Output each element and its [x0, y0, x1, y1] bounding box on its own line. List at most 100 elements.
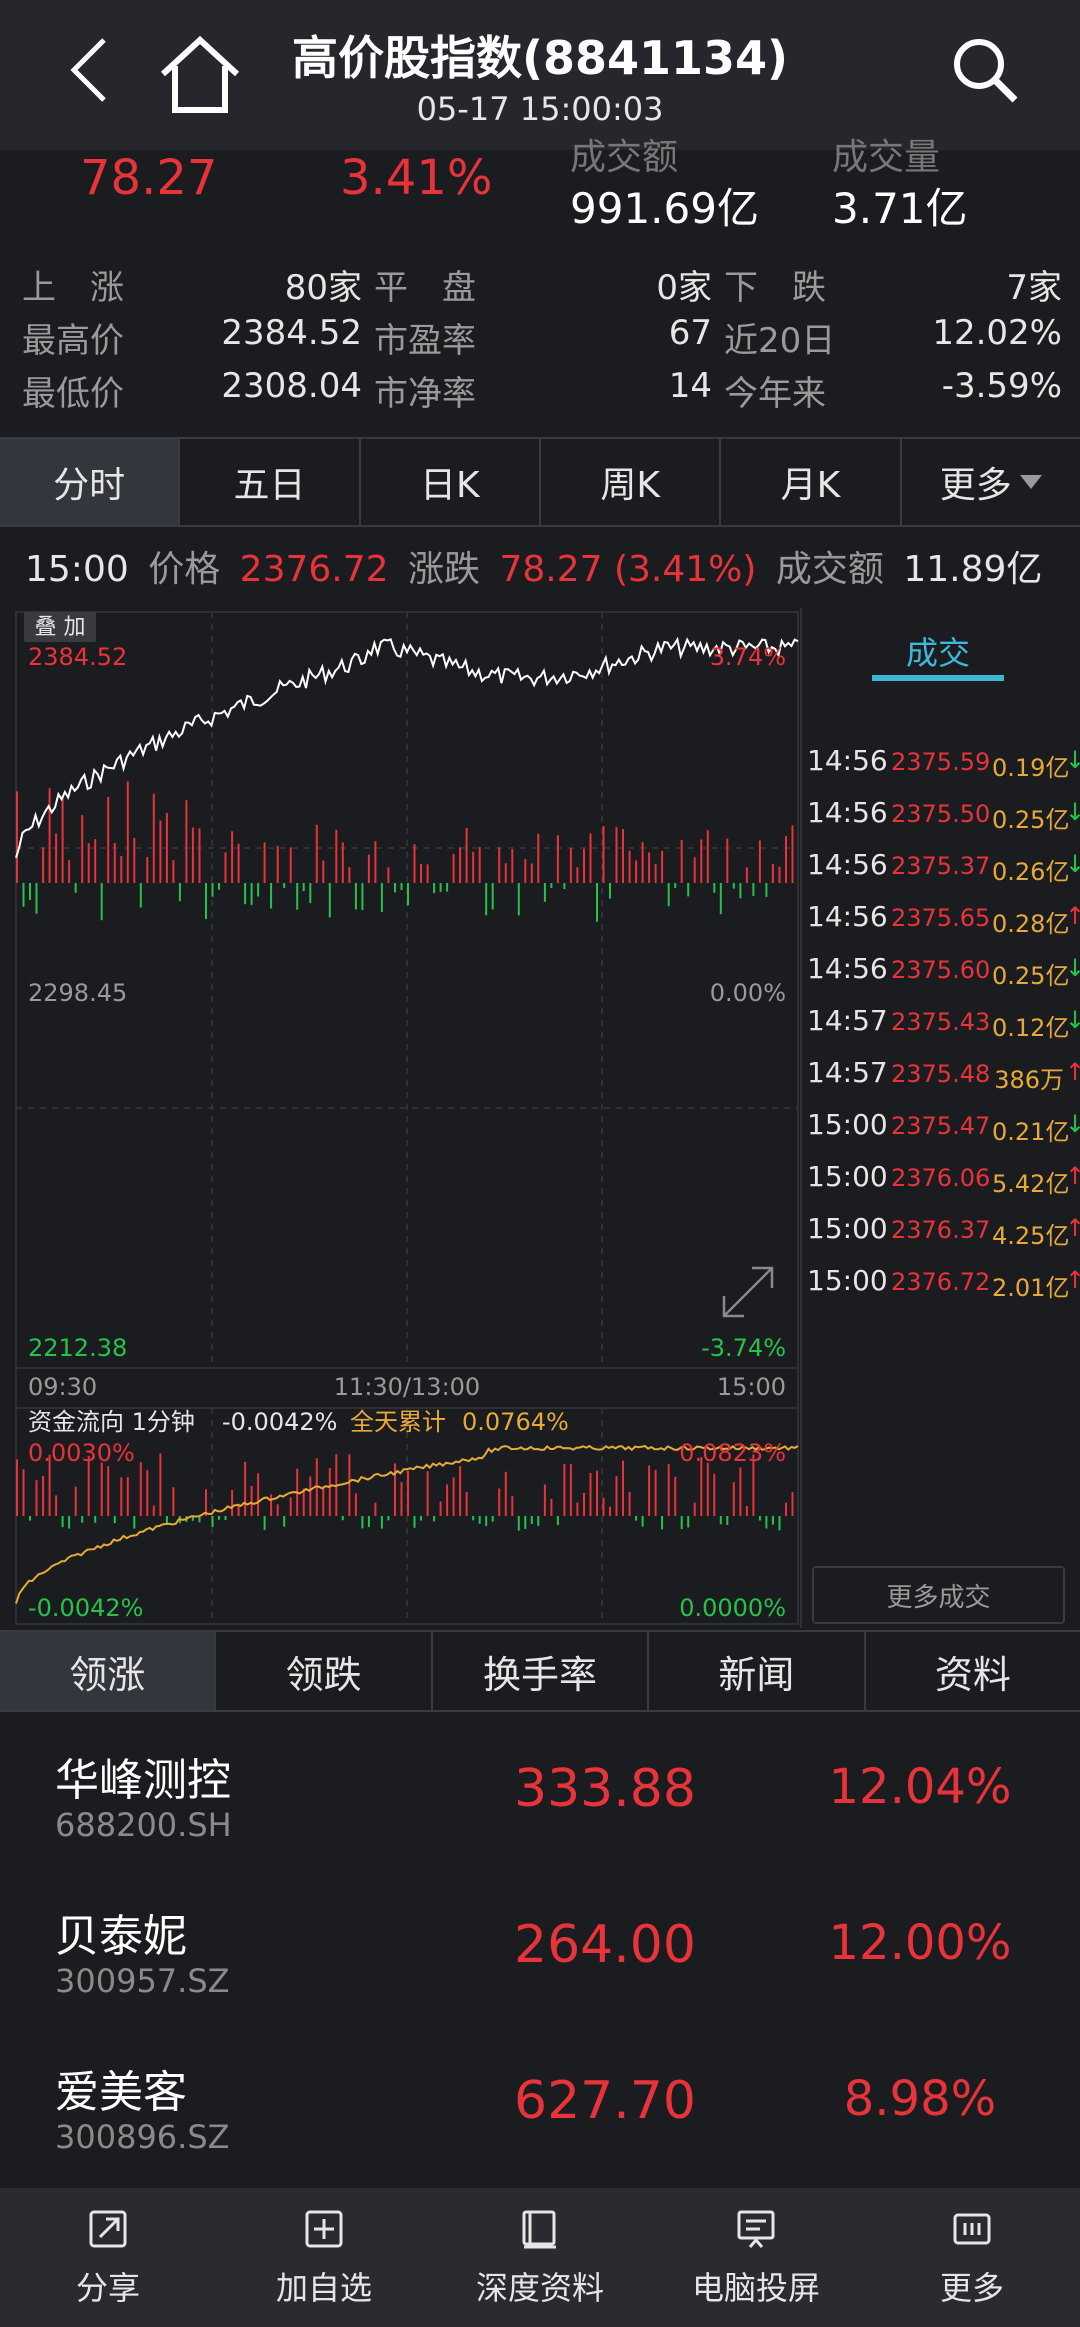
tab-daily-k[interactable]: 日K: [361, 439, 541, 525]
trade-time: 15:00: [807, 1160, 888, 1193]
volume-bar: [719, 883, 722, 915]
tab-weekly-k[interactable]: 周K: [541, 439, 722, 525]
arrow-up-icon: ↑: [1065, 1058, 1080, 1086]
flow-bar: [276, 1504, 279, 1516]
volume-bar: [302, 883, 305, 892]
trade-row: 14:56 2375.59 0.19亿 ↓: [807, 744, 1080, 784]
trade-row: 14:57 2375.48 386万 ↑: [807, 1056, 1080, 1096]
flow-bar: [283, 1516, 286, 1527]
flow-bar: [55, 1495, 58, 1516]
flow-bar: [472, 1516, 475, 1521]
page-title: 高价股指数(8841134): [291, 31, 789, 85]
tab-trades[interactable]: 成交: [872, 628, 1004, 674]
flow-bar: [413, 1516, 416, 1528]
x-end-label: 15:00: [717, 1373, 786, 1401]
volume-bar: [563, 883, 566, 889]
volume-bar: [785, 836, 787, 883]
flow-bar: [654, 1470, 657, 1516]
volume-bar: [322, 860, 325, 883]
flow-bar: [152, 1505, 155, 1516]
flow-bar: [485, 1516, 488, 1527]
flow-bar: [263, 1516, 266, 1530]
volume-bar: [413, 844, 416, 883]
stat-label: 下 跌: [724, 268, 826, 308]
tab-more[interactable]: 更多: [902, 439, 1080, 525]
y-low-pct-label: -3.74%: [701, 1334, 786, 1362]
more-button[interactable]: 更多: [864, 2188, 1080, 2327]
volume-bar: [367, 854, 370, 883]
flow-bar: [791, 1492, 794, 1516]
flow-bar: [420, 1516, 422, 1521]
volume-bar: [439, 883, 442, 892]
add-watchlist-button[interactable]: 加自选: [216, 2188, 432, 2327]
search-button[interactable]: [945, 30, 1025, 110]
volume-bar: [276, 845, 279, 883]
tab-top-gainers[interactable]: 领涨: [0, 1632, 217, 1710]
flow-bar: [387, 1516, 390, 1521]
stat-value: 2308.04: [221, 366, 362, 406]
flow-bar: [732, 1482, 735, 1516]
deep-info-button[interactable]: 深度资料: [432, 2188, 648, 2327]
volume-bar: [224, 852, 227, 883]
flow-bar: [159, 1453, 162, 1516]
tab-profile[interactable]: 资料: [866, 1632, 1080, 1710]
stock-row[interactable]: 爱美客 300896.SZ 627.70 8.98%: [0, 2026, 1080, 2182]
flow-bar: [778, 1516, 781, 1531]
tab-five-day[interactable]: 五日: [180, 439, 361, 525]
flow-bar: [16, 1459, 18, 1516]
trade-time: 15:00: [807, 1264, 888, 1297]
volume-bar: [81, 815, 84, 883]
more-trades-button[interactable]: 更多成交: [812, 1566, 1065, 1624]
stock-row[interactable]: 华峰测控 688200.SH 333.88 12.04%: [0, 1714, 1080, 1870]
info-price-label: 价格: [148, 549, 221, 590]
volume-bar: [257, 883, 260, 897]
flow-bar: [126, 1477, 129, 1516]
flow-bar: [218, 1516, 220, 1520]
flow-bar: [550, 1498, 553, 1516]
tab-intraday[interactable]: 分时: [0, 439, 181, 525]
intraday-chart[interactable]: 叠 加 2384.52 3.74% 2298.45 0.00% 2212.38 …: [0, 608, 800, 1628]
tab-turnover[interactable]: 换手率: [433, 1632, 650, 1710]
volume-bar: [296, 883, 299, 910]
trade-volume: 0.25亿: [992, 806, 1070, 834]
stat-label: 近20日: [724, 321, 836, 361]
cast-button[interactable]: 电脑投屏: [648, 2188, 864, 2327]
stock-name: 贝泰妮: [55, 1911, 187, 1962]
share-icon: [89, 2210, 127, 2247]
trade-volume: 4.25亿: [992, 1222, 1070, 1250]
volume-bar: [315, 824, 318, 883]
volume-bar: [94, 839, 97, 883]
flow-bar: [569, 1464, 572, 1516]
volume-bar: [100, 883, 103, 921]
stat-label: 最低价: [22, 374, 124, 414]
tab-top-losers[interactable]: 领跌: [216, 1632, 433, 1710]
volume-bar: [309, 883, 312, 904]
expand-icon[interactable]: [722, 1266, 774, 1318]
share-button[interactable]: 分享: [0, 2188, 216, 2327]
flow-bar: [687, 1516, 690, 1528]
volume-bar: [635, 860, 638, 883]
flow-bar: [745, 1506, 748, 1516]
flow-bar: [426, 1471, 429, 1516]
price-info-line: 15:00 价格 2376.72 涨跌 78.27 (3.41%) 成交额 11…: [25, 540, 1050, 592]
flow-bar: [556, 1516, 559, 1526]
x-start-label: 09:30: [28, 1373, 97, 1401]
flow-bar: [635, 1516, 638, 1521]
stock-row[interactable]: 贝泰妮 300957.SZ 264.00 12.00%: [0, 1870, 1080, 2026]
cast-icon: [737, 2210, 775, 2248]
y-high-pct-label: 3.74%: [710, 643, 786, 671]
volume-bar: [29, 883, 31, 901]
trade-time: 14:57: [807, 1056, 888, 1089]
flow-bar: [322, 1486, 325, 1516]
flow-bar: [563, 1463, 566, 1516]
y-mid-label: 2298.45: [28, 979, 127, 1007]
trade-volume: 0.25亿: [992, 962, 1070, 990]
tab-news[interactable]: 新闻: [649, 1632, 866, 1710]
amount-label: 成交额: [570, 137, 679, 178]
volume-bar: [205, 883, 207, 920]
volume-bar: [680, 840, 683, 883]
flow-bar: [465, 1491, 468, 1516]
tab-monthly-k[interactable]: 月K: [721, 439, 902, 525]
flow-bar: [107, 1466, 110, 1516]
trade-row: 14:57 2375.43 0.12亿 ↓: [807, 1004, 1080, 1044]
